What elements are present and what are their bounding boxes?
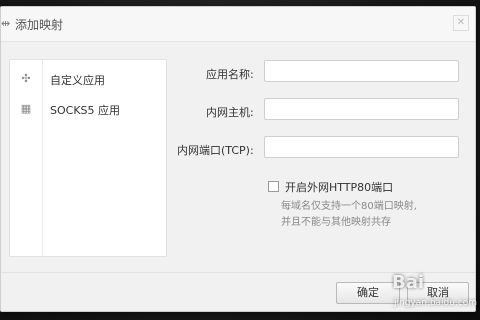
- close-icon[interactable]: ✕: [453, 15, 469, 31]
- watermark-subtext: jingyan.baidu.com: [394, 298, 478, 308]
- port-input[interactable]: [264, 136, 459, 158]
- baidu-watermark: Bai jingyan.baidu.com: [392, 272, 480, 320]
- sidebar-item-socks5-app[interactable]: ▦ SOCKS5 应用: [10, 96, 166, 122]
- sidebar-item-label: SOCKS5 应用: [50, 104, 121, 117]
- ok-button[interactable]: 确定: [336, 282, 400, 304]
- http80-checkbox[interactable]: [268, 181, 279, 192]
- move-cross-icon: ✣: [21, 72, 31, 85]
- app-name-input[interactable]: [264, 60, 459, 82]
- sidebar-item-label: 自定义应用: [50, 74, 105, 87]
- hint-line-2: 并且不能与其他映射共存: [281, 217, 391, 228]
- host-input[interactable]: [264, 98, 459, 120]
- app-name-label: 应用名称:: [206, 68, 254, 81]
- dialog-titlebar: ⇹ 添加映射 ✕: [1, 7, 475, 42]
- link-icon: ⇹: [1, 17, 11, 30]
- dialog-title: 添加映射: [15, 18, 64, 32]
- watermark-text: Bai: [392, 272, 425, 293]
- sidebar-item-custom-app[interactable]: ✣ 自定义应用: [10, 66, 166, 92]
- host-label: 内网主机:: [206, 106, 254, 119]
- hint-line-1: 每域名仅支持一个80端口映射,: [281, 201, 417, 212]
- add-mapping-dialog: ⇹ 添加映射 ✕ ✣ 自定义应用 ▦ SOCKS5 应用 应用名称: 内网主机:…: [0, 6, 476, 312]
- app-type-list: ✣ 自定义应用 ▦ SOCKS5 应用: [9, 59, 167, 257]
- http80-label[interactable]: 开启外网HTTP80端口: [285, 179, 393, 195]
- port-label: 内网端口(TCP):: [177, 144, 254, 157]
- grid-icon: ▦: [20, 102, 32, 115]
